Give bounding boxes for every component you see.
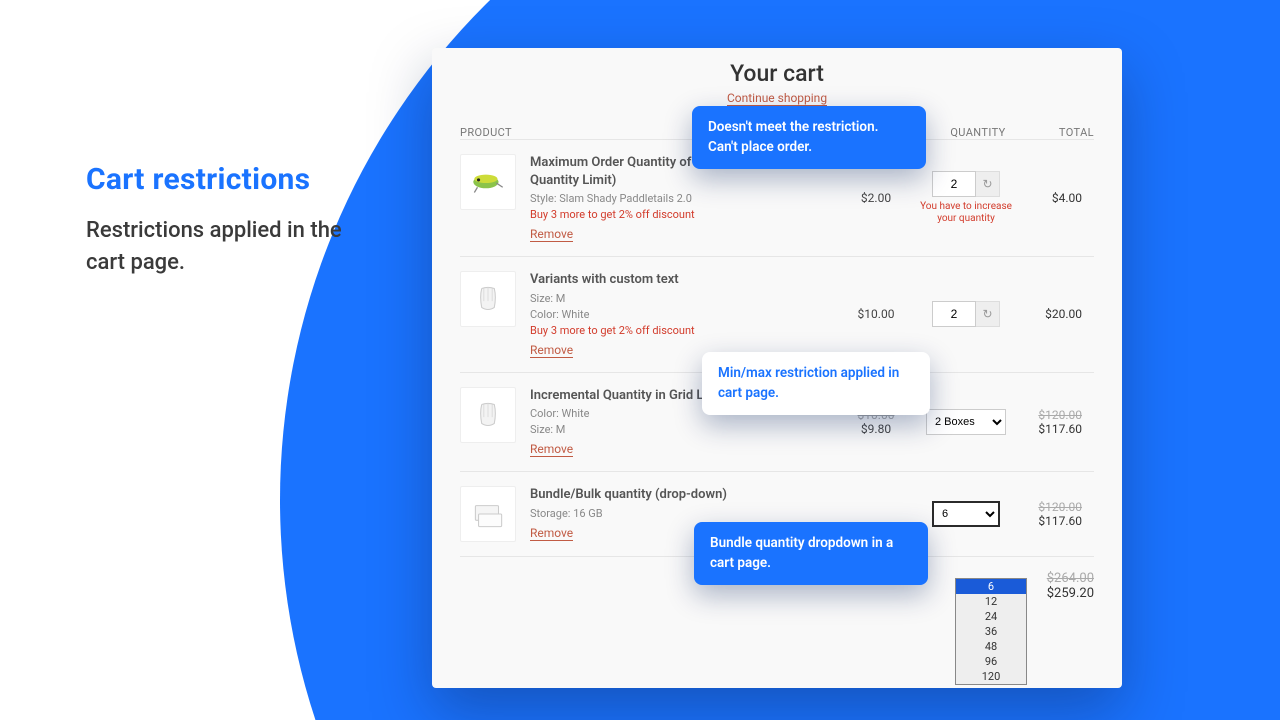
line-total: $4.00 bbox=[1016, 191, 1082, 205]
promo-title: Cart restrictions bbox=[86, 162, 366, 197]
cart-heading: Your cart bbox=[460, 60, 1094, 87]
remove-link[interactable]: Remove bbox=[530, 442, 573, 457]
product-thumb bbox=[460, 486, 516, 542]
callout-restriction-error: Doesn't meet the restriction. Can't plac… bbox=[692, 106, 926, 169]
glove-icon bbox=[467, 278, 509, 320]
quantity-error: You have to increase your quantity bbox=[916, 201, 1016, 225]
dropdown-option[interactable]: 36 bbox=[956, 624, 1026, 639]
product-meta: Size: M bbox=[530, 292, 836, 305]
product-thumb bbox=[460, 154, 516, 210]
line-total: $20.00 bbox=[1016, 307, 1082, 321]
total-struck: $120.00 bbox=[1016, 408, 1082, 422]
product-price: $2.00 bbox=[836, 191, 916, 205]
product-meta: Color: White bbox=[530, 308, 836, 321]
remove-link[interactable]: Remove bbox=[530, 227, 573, 242]
promo-subtitle: Restrictions applied in the cart page. bbox=[86, 215, 366, 279]
glove-icon bbox=[467, 394, 509, 436]
line-total: $120.00 $117.60 bbox=[1016, 408, 1082, 436]
quantity-input[interactable] bbox=[932, 171, 976, 197]
total-struck: $120.00 bbox=[1016, 500, 1082, 514]
product-thumb bbox=[460, 387, 516, 443]
remove-link[interactable]: Remove bbox=[530, 526, 573, 541]
price-current: $9.80 bbox=[861, 422, 891, 436]
dropdown-option[interactable]: 6 bbox=[956, 579, 1026, 594]
product-name: Bundle/Bulk quantity (drop-down) bbox=[530, 486, 836, 504]
refresh-icon[interactable]: ↻ bbox=[976, 301, 1000, 327]
product-meta: Size: M bbox=[530, 423, 836, 436]
product-meta: Style: Slam Shady Paddletails 2.0 bbox=[530, 192, 836, 205]
lure-icon bbox=[467, 161, 509, 203]
total-current: $117.60 bbox=[1038, 514, 1082, 528]
product-name: Variants with custom text bbox=[530, 271, 836, 289]
quantity-select[interactable]: 2 Boxes bbox=[926, 409, 1006, 435]
refresh-icon[interactable]: ↻ bbox=[976, 171, 1000, 197]
dropdown-option[interactable]: 12 bbox=[956, 594, 1026, 609]
col-total: TOTAL bbox=[1028, 126, 1094, 139]
dropdown-option[interactable]: 48 bbox=[956, 639, 1026, 654]
callout-minmax: Min/max restriction applied in cart page… bbox=[702, 352, 930, 415]
dropdown-option[interactable]: 120 bbox=[956, 669, 1026, 684]
quantity-select[interactable]: 6 bbox=[932, 501, 1000, 527]
usb-card-icon bbox=[467, 493, 509, 535]
dropdown-option[interactable]: 24 bbox=[956, 609, 1026, 624]
product-thumb bbox=[460, 271, 516, 327]
continue-shopping-link[interactable]: Continue shopping bbox=[727, 91, 827, 106]
line-total: $120.00 $117.60 bbox=[1016, 500, 1082, 528]
product-price: $10.00 bbox=[836, 307, 916, 321]
total-current: $117.60 bbox=[1038, 422, 1082, 436]
remove-link[interactable]: Remove bbox=[530, 343, 573, 358]
col-quantity: QUANTITY bbox=[928, 126, 1028, 139]
product-promo: Buy 3 more to get 2% off discount bbox=[530, 208, 836, 221]
quantity-input[interactable] bbox=[932, 301, 976, 327]
promo-copy: Cart restrictions Restrictions applied i… bbox=[86, 162, 366, 279]
product-meta: Storage: 16 GB bbox=[530, 507, 836, 520]
product-promo: Buy 3 more to get 2% off discount bbox=[530, 324, 836, 337]
dropdown-option[interactable]: 96 bbox=[956, 654, 1026, 669]
quantity-dropdown-list[interactable]: 6 12 24 36 48 96 120 bbox=[955, 578, 1027, 685]
callout-bundle-dropdown: Bundle quantity dropdown in a cart page. bbox=[694, 522, 928, 585]
